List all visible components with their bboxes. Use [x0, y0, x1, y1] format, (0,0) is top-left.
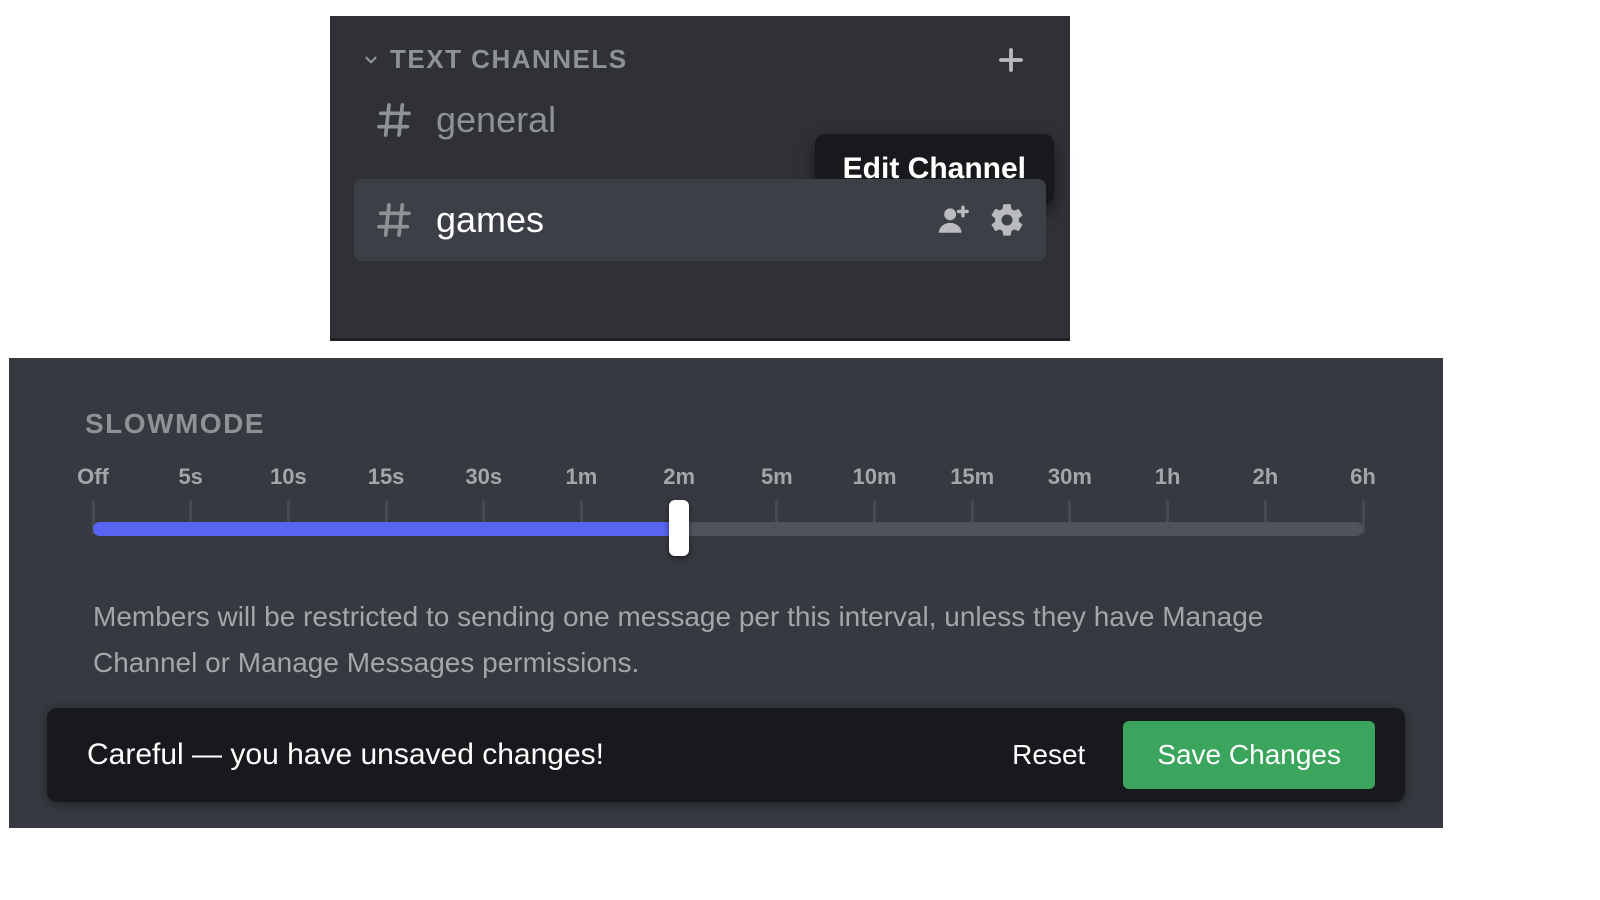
hash-icon	[374, 200, 414, 240]
channel-category-label: TEXT CHANNELS	[390, 44, 628, 75]
channel-item-general[interactable]: general	[354, 89, 1046, 151]
slowmode-label: SLOWMODE	[85, 408, 265, 440]
slider-tick-label: 1h	[1138, 464, 1198, 490]
slider-fill	[93, 522, 679, 536]
channel-category-row[interactable]: TEXT CHANNELS	[330, 16, 1070, 75]
channel-list-panel: TEXT CHANNELS Edit Channel general games	[330, 16, 1070, 341]
channel-name-label: games	[436, 199, 936, 241]
slider-tick-label: 10m	[845, 464, 905, 490]
invite-user-icon[interactable]	[936, 203, 970, 237]
slider-tick: 2h	[1235, 464, 1295, 490]
slider-tick-label: 15s	[356, 464, 416, 490]
slowmode-settings-panel: SLOWMODE Off 5s 10s 15s 30s 1m 2m 5m 10m 15m 30m 1h…	[9, 358, 1443, 828]
slider-tick: Off	[63, 464, 123, 490]
slider-tick-label: 2m	[649, 464, 709, 490]
slider-tick-label: 6h	[1333, 464, 1393, 490]
slider-tick: 10m	[845, 464, 905, 490]
slider-tick: 5s	[161, 464, 221, 490]
channel-item-games[interactable]: games	[354, 179, 1046, 261]
slider-tick-label: 5m	[747, 464, 807, 490]
gear-icon[interactable]	[988, 201, 1026, 239]
slider-tick: 30m	[1040, 464, 1100, 490]
channel-name-label: general	[436, 99, 1026, 141]
slider-tick: 30s	[454, 464, 514, 490]
slider-tick-label: 1m	[551, 464, 611, 490]
chevron-down-icon	[362, 51, 380, 69]
slider-tick: 6h	[1333, 464, 1393, 490]
slider-handle[interactable]	[669, 500, 689, 556]
slider-tick: 15m	[942, 464, 1002, 490]
channel-category-left: TEXT CHANNELS	[362, 44, 628, 75]
slowmode-description: Members will be restricted to sending on…	[93, 594, 1353, 686]
slider-track[interactable]	[93, 522, 1363, 536]
slider-tick: 2m	[649, 464, 709, 490]
slider-tick-label: 5s	[161, 464, 221, 490]
slider-tick-label: 30m	[1040, 464, 1100, 490]
slider-tick: 5m	[747, 464, 807, 490]
slider-tick: 1m	[551, 464, 611, 490]
hash-icon	[374, 100, 414, 140]
reset-button[interactable]: Reset	[984, 729, 1113, 781]
slowmode-slider[interactable]: Off5s10s15s30s1m2m5m10m15m30m1h2h6h	[93, 464, 1363, 536]
slider-tick: 1h	[1138, 464, 1198, 490]
slider-tick-label: 15m	[942, 464, 1002, 490]
slider-tick: 15s	[356, 464, 416, 490]
slider-tick-label: Off	[63, 464, 123, 490]
add-channel-icon[interactable]	[996, 45, 1026, 75]
slider-tick-label: 2h	[1235, 464, 1295, 490]
unsaved-changes-message: Careful — you have unsaved changes!	[87, 738, 984, 772]
slider-tick-label: 10s	[258, 464, 318, 490]
slider-tick: 10s	[258, 464, 318, 490]
channel-actions	[936, 201, 1026, 239]
slider-tick-label: 30s	[454, 464, 514, 490]
unsaved-changes-bar: Careful — you have unsaved changes! Rese…	[47, 708, 1405, 802]
save-changes-button[interactable]: Save Changes	[1123, 721, 1375, 789]
